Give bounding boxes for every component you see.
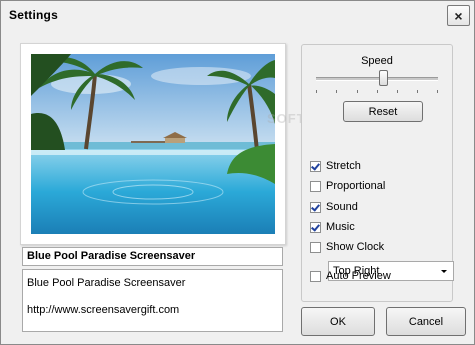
cancel-button[interactable]: Cancel: [386, 307, 466, 336]
stretch-option[interactable]: Stretch: [310, 159, 361, 173]
sound-option[interactable]: Sound: [310, 200, 358, 214]
proportional-option[interactable]: Proportional: [310, 179, 385, 193]
slider-tick: [417, 90, 418, 93]
speed-label: Speed: [361, 55, 393, 67]
show-clock-label: Show Clock: [326, 241, 385, 253]
preview-image: [31, 54, 275, 234]
dropdown-arrow-icon: [441, 270, 447, 273]
music-option[interactable]: Music: [310, 220, 355, 234]
show-clock-checkbox[interactable]: [310, 241, 321, 253]
window-title: Settings: [9, 8, 58, 22]
screensaver-name-field[interactable]: Blue Pool Paradise Screensaver: [22, 247, 283, 266]
slider-tick: [316, 90, 317, 93]
stretch-checkbox[interactable]: [310, 160, 321, 172]
description-url: http://www.screensavergift.com: [27, 304, 180, 316]
ok-button[interactable]: OK: [301, 307, 375, 336]
music-checkbox[interactable]: [310, 221, 321, 233]
options-panel: Speed Reset Stretch Proportional Sound M…: [301, 44, 454, 302]
dialog-body: SOFTPEDIA Blue Pool Paradise Screensaver…: [2, 29, 473, 343]
proportional-checkbox[interactable]: [310, 180, 321, 192]
slider-tick: [377, 90, 378, 93]
auto-preview-label: Auto Preview: [326, 270, 391, 282]
slider-tick: [336, 90, 337, 93]
close-icon: ×: [454, 7, 463, 24]
auto-preview-option[interactable]: Auto Preview: [310, 269, 391, 283]
settings-dialog: Settings × Blue Pool Paradise Screensave…: [0, 0, 475, 345]
auto-preview-checkbox[interactable]: [310, 270, 321, 282]
screensaver-description-field[interactable]: Blue Pool Paradise Screensaver http://ww…: [22, 269, 283, 332]
stretch-label: Stretch: [326, 160, 361, 172]
preview-frame: [20, 43, 286, 245]
close-button[interactable]: ×: [447, 5, 470, 26]
slider-tick: [437, 90, 438, 93]
slider-tick: [397, 90, 398, 93]
reset-button[interactable]: Reset: [343, 101, 423, 122]
pool-scene-image: [31, 54, 275, 234]
description-title: Blue Pool Paradise Screensaver: [27, 277, 186, 289]
slider-tick: [357, 90, 358, 93]
speed-slider-thumb[interactable]: [379, 70, 389, 86]
music-label: Music: [326, 221, 355, 233]
sound-checkbox[interactable]: [310, 201, 321, 213]
sound-label: Sound: [326, 201, 358, 213]
title-bar[interactable]: Settings ×: [1, 1, 474, 29]
show-clock-option[interactable]: Show Clock: [310, 240, 384, 254]
proportional-label: Proportional: [326, 180, 386, 192]
speed-slider-track[interactable]: [316, 77, 438, 81]
